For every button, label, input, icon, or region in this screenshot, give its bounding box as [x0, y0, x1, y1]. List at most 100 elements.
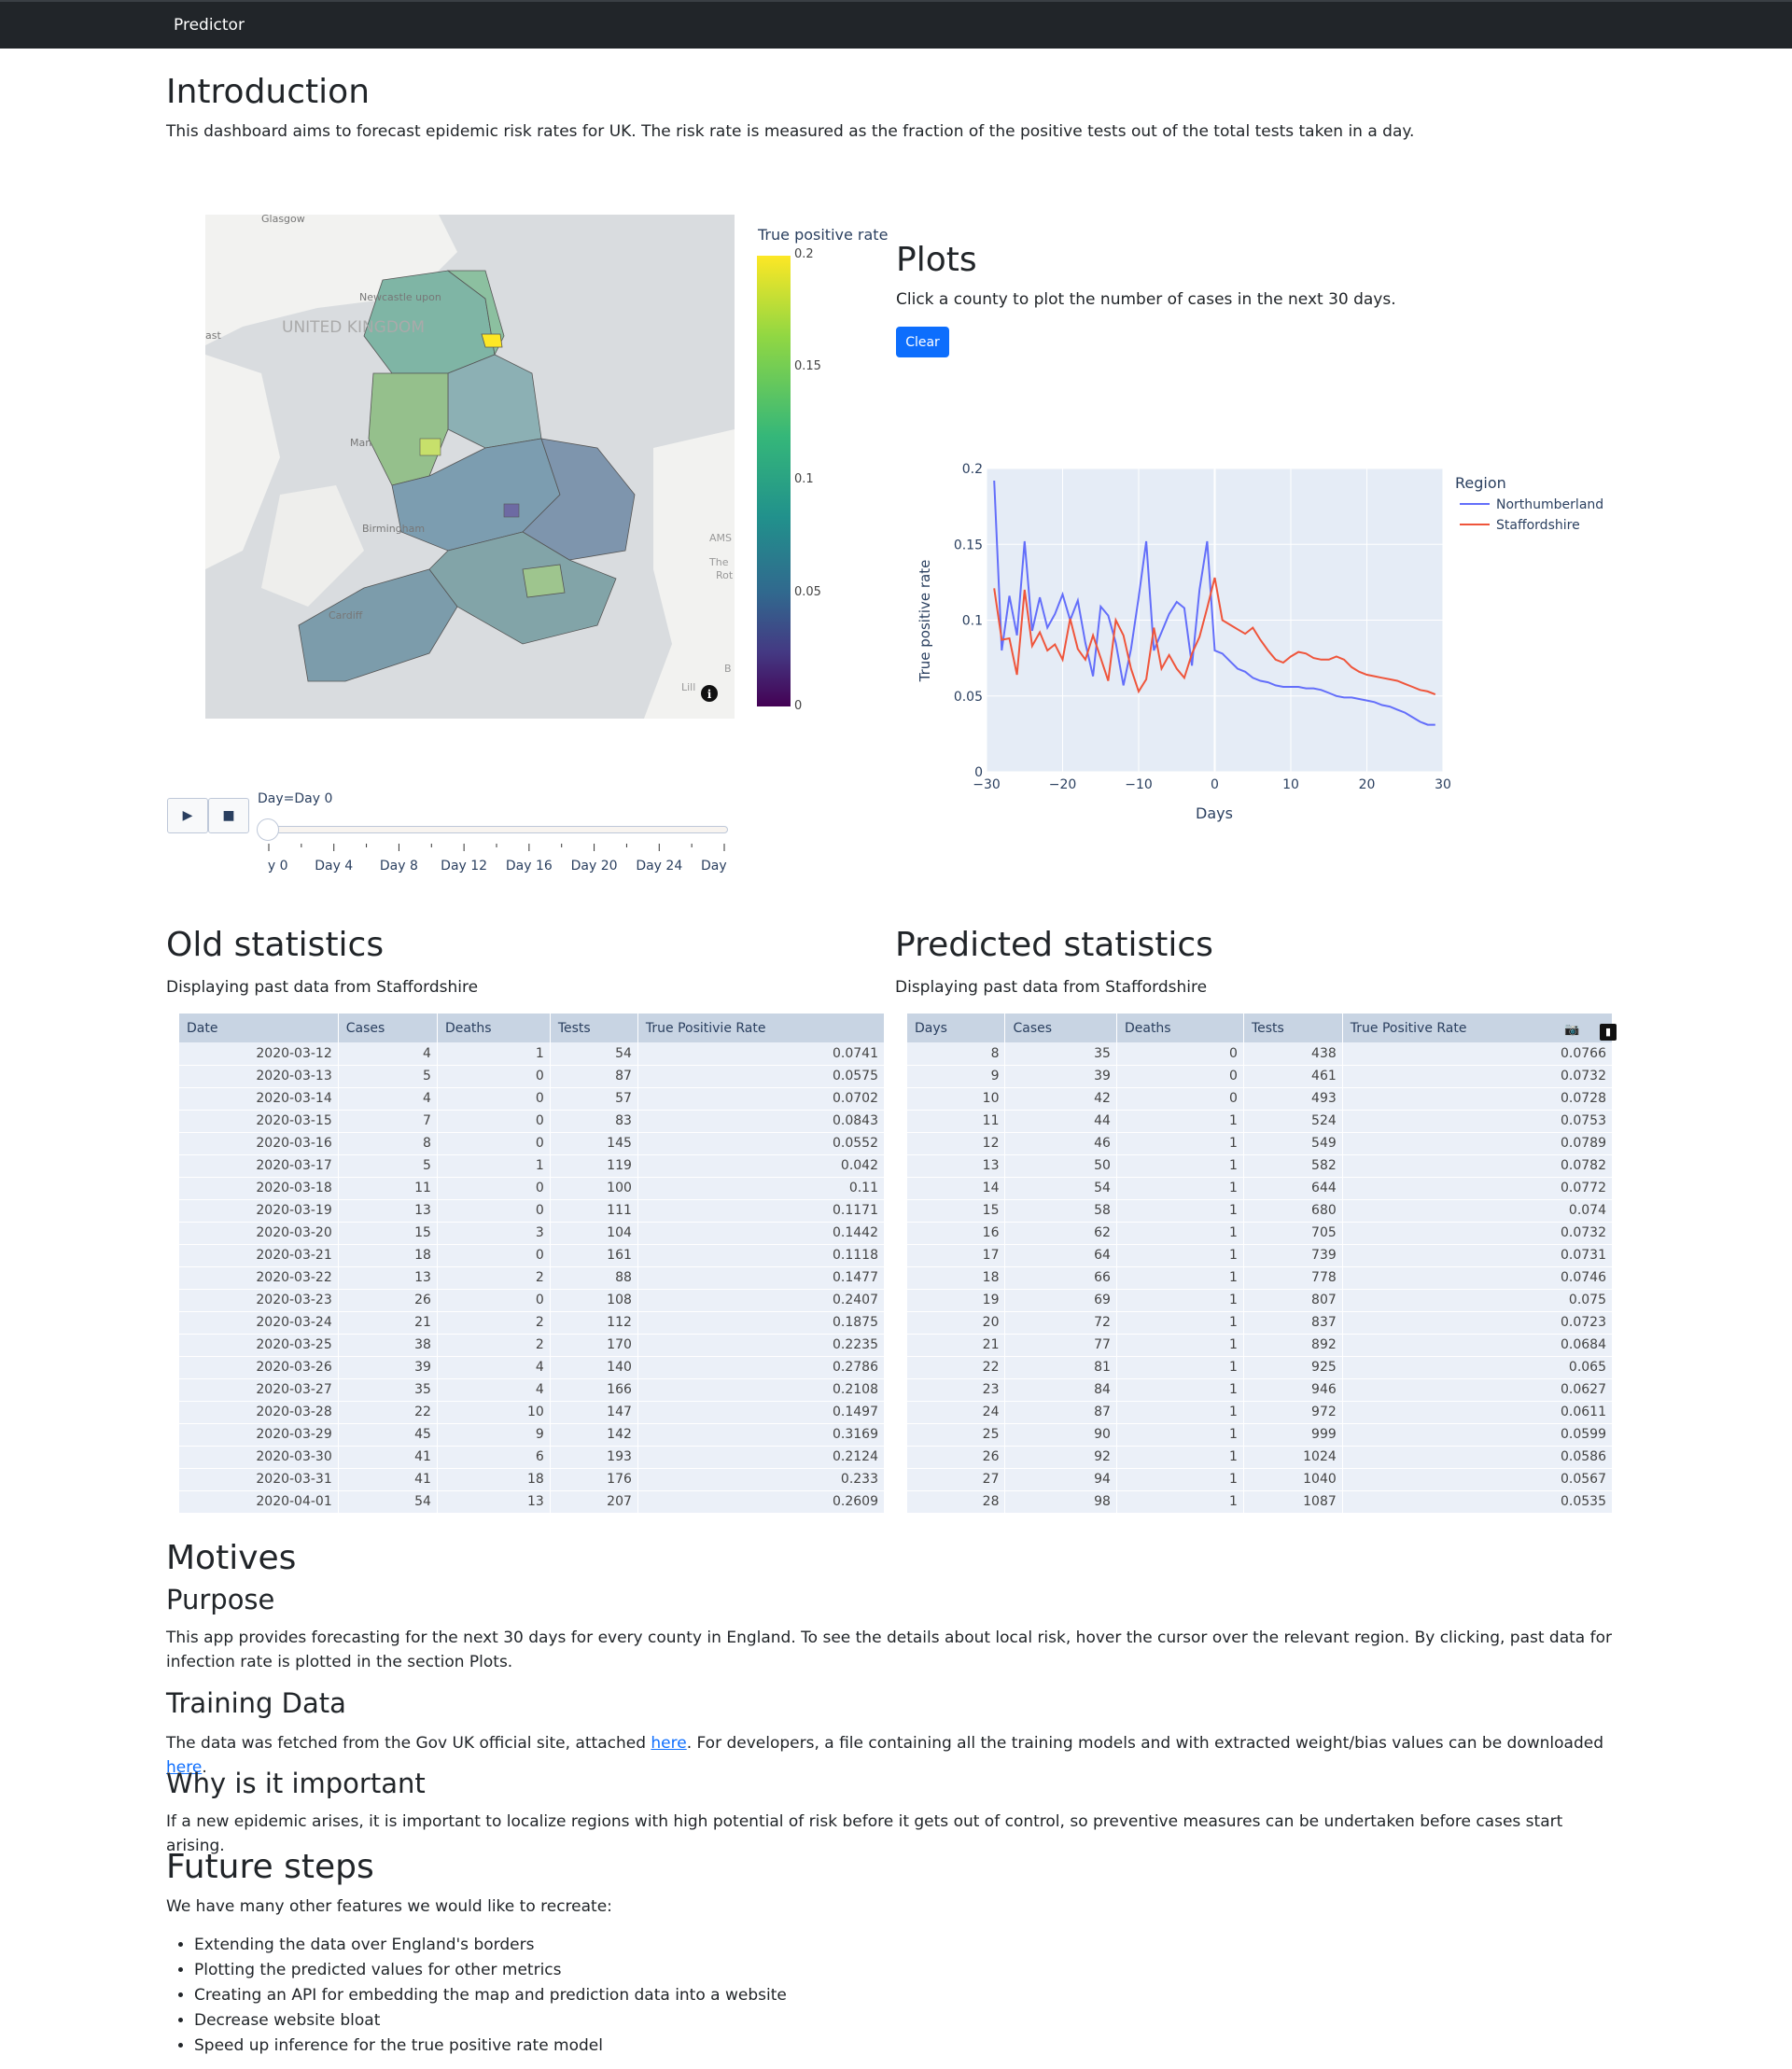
- table-row[interactable]: 2020-03-17 5 1 119 0.042: [179, 1154, 886, 1178]
- plotly-logo-icon[interactable]: ▮: [1600, 1024, 1617, 1041]
- slider-tick-label[interactable]: Day 20: [571, 859, 618, 874]
- slider-tick-label[interactable]: Day 4: [315, 859, 353, 874]
- column-header[interactable]: Deaths: [437, 1014, 551, 1042]
- slider-tick-label[interactable]: Day 0: [267, 859, 288, 874]
- table-row[interactable]: 20 72 1 837 0.0723: [907, 1311, 1614, 1335]
- slider-tick-label[interactable]: Day 24: [636, 859, 682, 874]
- column-header[interactable]: Cases: [338, 1014, 438, 1042]
- table-row[interactable]: 13 50 1 582 0.0782: [907, 1154, 1614, 1178]
- stop-button[interactable]: ■: [208, 798, 249, 833]
- map-region-lowest[interactable]: [503, 503, 520, 518]
- table-row[interactable]: 2020-03-22 13 2 88 0.1477: [179, 1266, 886, 1290]
- table-row[interactable]: 2020-03-25 38 2 170 0.2235: [179, 1334, 886, 1357]
- table-row[interactable]: 18 66 1 778 0.0746: [907, 1266, 1614, 1290]
- table-row[interactable]: 2020-03-14 4 0 57 0.0702: [179, 1087, 886, 1111]
- table-row[interactable]: 19 69 1 807 0.075: [907, 1289, 1614, 1312]
- map-region-yorkshire[interactable]: [447, 354, 542, 449]
- map-region-max[interactable]: [481, 333, 503, 348]
- table-cell: 837: [1243, 1311, 1343, 1335]
- table-row[interactable]: 21 77 1 892 0.0684: [907, 1334, 1614, 1357]
- chart-x-tick-label: 0: [1211, 777, 1219, 792]
- day-slider-rail[interactable]: [267, 826, 728, 833]
- pred-stats-table[interactable]: Days Cases Deaths Tests True Positive Rate 8…: [907, 1014, 1614, 1514]
- table-cell: 680: [1243, 1199, 1343, 1223]
- table-cell: 18: [437, 1468, 551, 1491]
- table-row[interactable]: 2020-03-12 4 1 54 0.0741: [179, 1042, 886, 1066]
- table-row[interactable]: 2020-03-18 11 0 100 0.11: [179, 1177, 886, 1200]
- map-region-london[interactable]: [522, 564, 566, 598]
- map-label-lille: Lill: [681, 681, 695, 693]
- table-cell: 0.3169: [637, 1423, 886, 1447]
- table-row[interactable]: 16 62 1 705 0.0732: [907, 1222, 1614, 1245]
- table-row[interactable]: 8 35 0 438 0.0766: [907, 1042, 1614, 1066]
- table-row[interactable]: 2020-03-23 26 0 108 0.2407: [179, 1289, 886, 1312]
- table-cell: 45: [338, 1423, 438, 1447]
- table-row[interactable]: 2020-03-19 13 0 111 0.1171: [179, 1199, 886, 1223]
- table-cell: 705: [1243, 1222, 1343, 1245]
- info-icon[interactable]: i: [701, 685, 718, 702]
- table-row[interactable]: 2020-03-13 5 0 87 0.0575: [179, 1065, 886, 1088]
- table-row[interactable]: 2020-03-20 15 3 104 0.1442: [179, 1222, 886, 1245]
- day-slider-handle[interactable]: [257, 818, 279, 841]
- table-row[interactable]: 2020-03-31 41 18 176 0.233: [179, 1468, 886, 1491]
- table-row[interactable]: 27 94 1 1040 0.0567: [907, 1468, 1614, 1491]
- map-region-northwest[interactable]: [368, 372, 449, 486]
- table-row[interactable]: 24 87 1 972 0.0611: [907, 1401, 1614, 1424]
- clear-button[interactable]: Clear: [896, 327, 949, 357]
- table-cell: 0.2235: [637, 1334, 886, 1357]
- table-row[interactable]: 25 90 1 999 0.0599: [907, 1423, 1614, 1447]
- map-canvas[interactable]: Glasgow Newcastle upon UNITED KINGDOM Ma…: [205, 215, 735, 719]
- column-header[interactable]: Date: [179, 1014, 339, 1042]
- table-row[interactable]: 26 92 1 1024 0.0586: [907, 1446, 1614, 1469]
- table-row[interactable]: 2020-03-16 8 0 145 0.0552: [179, 1132, 886, 1155]
- chart-legend[interactable]: Northumberland Staffordshire: [1460, 497, 1603, 533]
- column-header[interactable]: Days: [907, 1014, 1006, 1042]
- table-cell: 0.0731: [1342, 1244, 1614, 1267]
- choropleth-map[interactable]: Glasgow Newcastle upon UNITED KINGDOM Ma…: [205, 215, 735, 719]
- navbar-brand[interactable]: Predictor: [174, 16, 245, 35]
- column-header[interactable]: Tests: [550, 1014, 638, 1042]
- camera-icon[interactable]: 📷: [1564, 1023, 1579, 1037]
- table-row[interactable]: 28 98 1 1087 0.0535: [907, 1490, 1614, 1514]
- column-header[interactable]: True Positivie Rate: [637, 1014, 886, 1042]
- column-header[interactable]: Tests: [1243, 1014, 1343, 1042]
- table-row[interactable]: 9 39 0 461 0.0732: [907, 1065, 1614, 1088]
- slider-tick-label[interactable]: Day 8: [380, 859, 418, 874]
- table-row[interactable]: 23 84 1 946 0.0627: [907, 1378, 1614, 1402]
- old-stats-table[interactable]: Date Cases Deaths Tests True Positivie Rate …: [179, 1014, 886, 1514]
- table-row[interactable]: 2020-03-27 35 4 166 0.2108: [179, 1378, 886, 1402]
- table-cell: 111: [550, 1199, 638, 1223]
- table-row[interactable]: 15 58 1 680 0.074: [907, 1199, 1614, 1223]
- column-header[interactable]: Cases: [1004, 1014, 1117, 1042]
- slider-tick-label[interactable]: Day 16: [506, 859, 553, 874]
- map-region-high[interactable]: [419, 438, 441, 456]
- table-row[interactable]: 11 44 1 524 0.0753: [907, 1110, 1614, 1133]
- play-button[interactable]: ▶: [167, 798, 208, 833]
- table-row[interactable]: 14 54 1 644 0.0772: [907, 1177, 1614, 1200]
- table-cell: 0: [1116, 1065, 1244, 1088]
- slider-tick-label[interactable]: Day 28: [701, 859, 728, 874]
- table-row[interactable]: 17 64 1 739 0.0731: [907, 1244, 1614, 1267]
- column-header[interactable]: Deaths: [1116, 1014, 1244, 1042]
- table-row[interactable]: 2020-03-15 7 0 83 0.0843: [179, 1110, 886, 1133]
- table-row[interactable]: 2020-03-30 41 6 193 0.2124: [179, 1446, 886, 1469]
- legend-item-staffordshire[interactable]: Staffordshire: [1496, 518, 1580, 533]
- line-chart[interactable]: −30 −20 −10 0 10 20 3000.050.10.150.2 Days Tru…: [896, 450, 1624, 842]
- table-row[interactable]: 2020-03-24 21 2 112 0.1875: [179, 1311, 886, 1335]
- table-row[interactable]: 2020-04-01 54 13 207 0.2609: [179, 1490, 886, 1514]
- table-row[interactable]: 2020-03-26 39 4 140 0.2786: [179, 1356, 886, 1379]
- legend-item-northumberland[interactable]: Northumberland: [1496, 497, 1603, 512]
- table-cell: 193: [550, 1446, 638, 1469]
- table-row[interactable]: 2020-03-28 22 10 147 0.1497: [179, 1401, 886, 1424]
- chart-plot-area[interactable]: −30 −20 −10 0 10 20 3000.050.10.150.2: [954, 462, 1451, 792]
- table-row[interactable]: 2020-03-21 18 0 161 0.1118: [179, 1244, 886, 1267]
- list-item: Extending the data over England's border…: [194, 1933, 787, 1958]
- colorbar-tick: 0: [794, 699, 803, 713]
- chart-x-tick-label: 10: [1282, 777, 1299, 792]
- table-row[interactable]: 2020-03-29 45 9 142 0.3169: [179, 1423, 886, 1447]
- table-row[interactable]: 12 46 1 549 0.0789: [907, 1132, 1614, 1155]
- gov-uk-data-link[interactable]: here: [651, 1734, 686, 1753]
- table-row[interactable]: 10 42 0 493 0.0728: [907, 1087, 1614, 1111]
- slider-tick-label[interactable]: Day 12: [441, 859, 487, 874]
- table-row[interactable]: 22 81 1 925 0.065: [907, 1356, 1614, 1379]
